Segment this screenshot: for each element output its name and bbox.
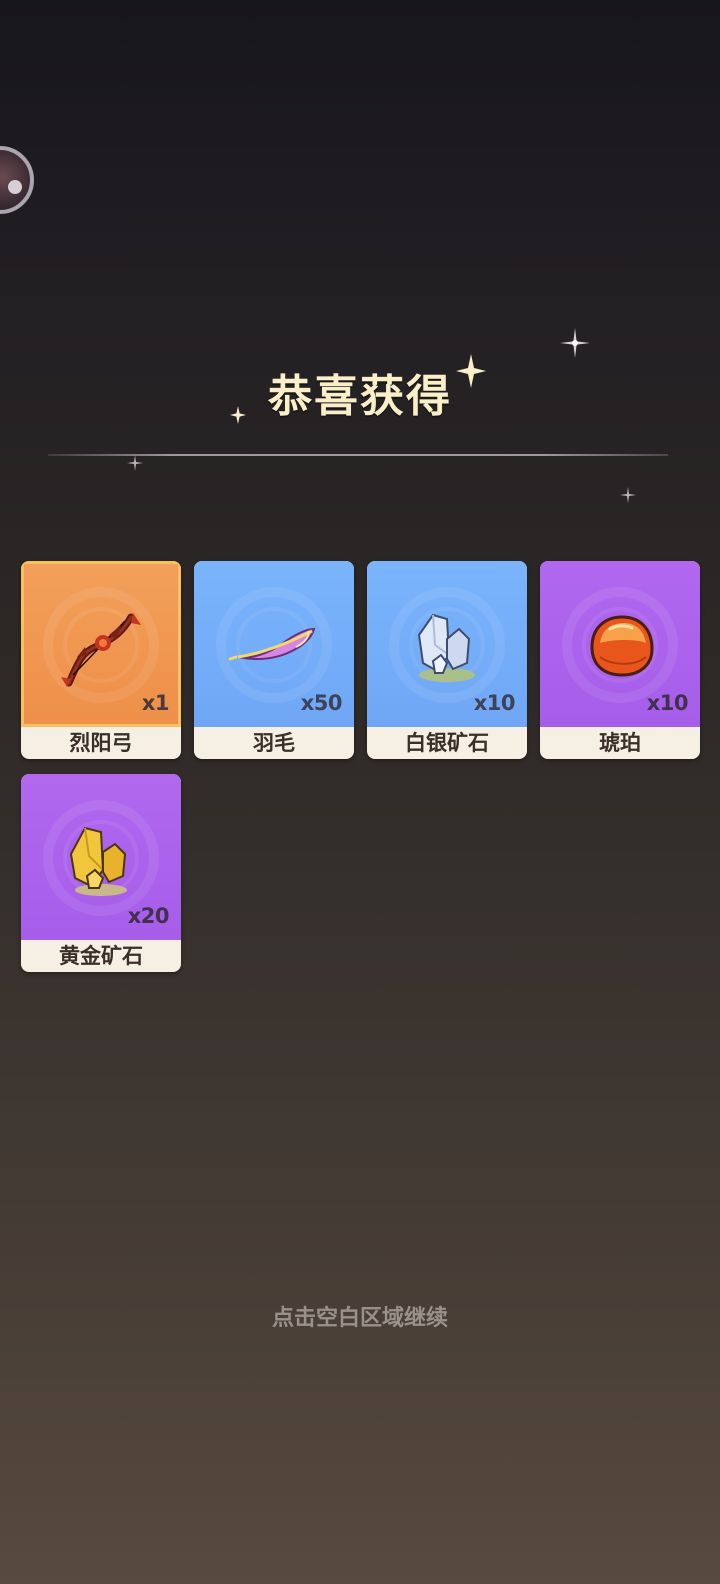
continue-hint[interactable]: 点击空白区域继续	[0, 1300, 720, 1332]
item-art: x20	[21, 774, 181, 940]
item-count: x50	[300, 691, 343, 715]
reward-item-card[interactable]: x50 羽毛	[194, 561, 354, 759]
avatar-emblem-icon	[8, 180, 22, 194]
item-count: x1	[141, 691, 170, 715]
title-divider	[48, 454, 668, 456]
gold-ore-icon	[69, 826, 127, 896]
feather-icon	[228, 627, 316, 661]
player-avatar[interactable]	[0, 146, 34, 214]
bow-icon	[61, 613, 141, 687]
sparkle-icon	[560, 328, 590, 358]
item-art: x10	[367, 561, 527, 727]
amber-icon	[590, 615, 654, 677]
page-title: 恭喜获得	[268, 371, 452, 422]
item-name: 琥珀	[599, 731, 641, 755]
reward-header: 恭喜获得	[0, 360, 720, 424]
sparkle-icon	[127, 455, 143, 471]
item-name: 黄金矿石	[59, 944, 143, 968]
reward-item-card[interactable]: x1 烈阳弓	[21, 561, 181, 759]
item-count: x10	[646, 691, 689, 715]
item-name: 白银矿石	[405, 731, 489, 755]
item-art: x10	[540, 561, 700, 727]
reward-item-card[interactable]: x10 白银矿石	[367, 561, 527, 759]
reward-item-card[interactable]: x20 黄金矿石	[21, 774, 181, 972]
item-art: x1	[21, 561, 181, 727]
sparkle-icon	[620, 487, 636, 503]
reward-item-card[interactable]: x10 琥珀	[540, 561, 700, 759]
item-count: x10	[473, 691, 516, 715]
item-count: x20	[127, 904, 170, 928]
item-art: x50	[194, 561, 354, 727]
silver-ore-icon	[417, 613, 475, 682]
item-name: 羽毛	[253, 731, 295, 755]
item-name: 烈阳弓	[69, 731, 133, 755]
